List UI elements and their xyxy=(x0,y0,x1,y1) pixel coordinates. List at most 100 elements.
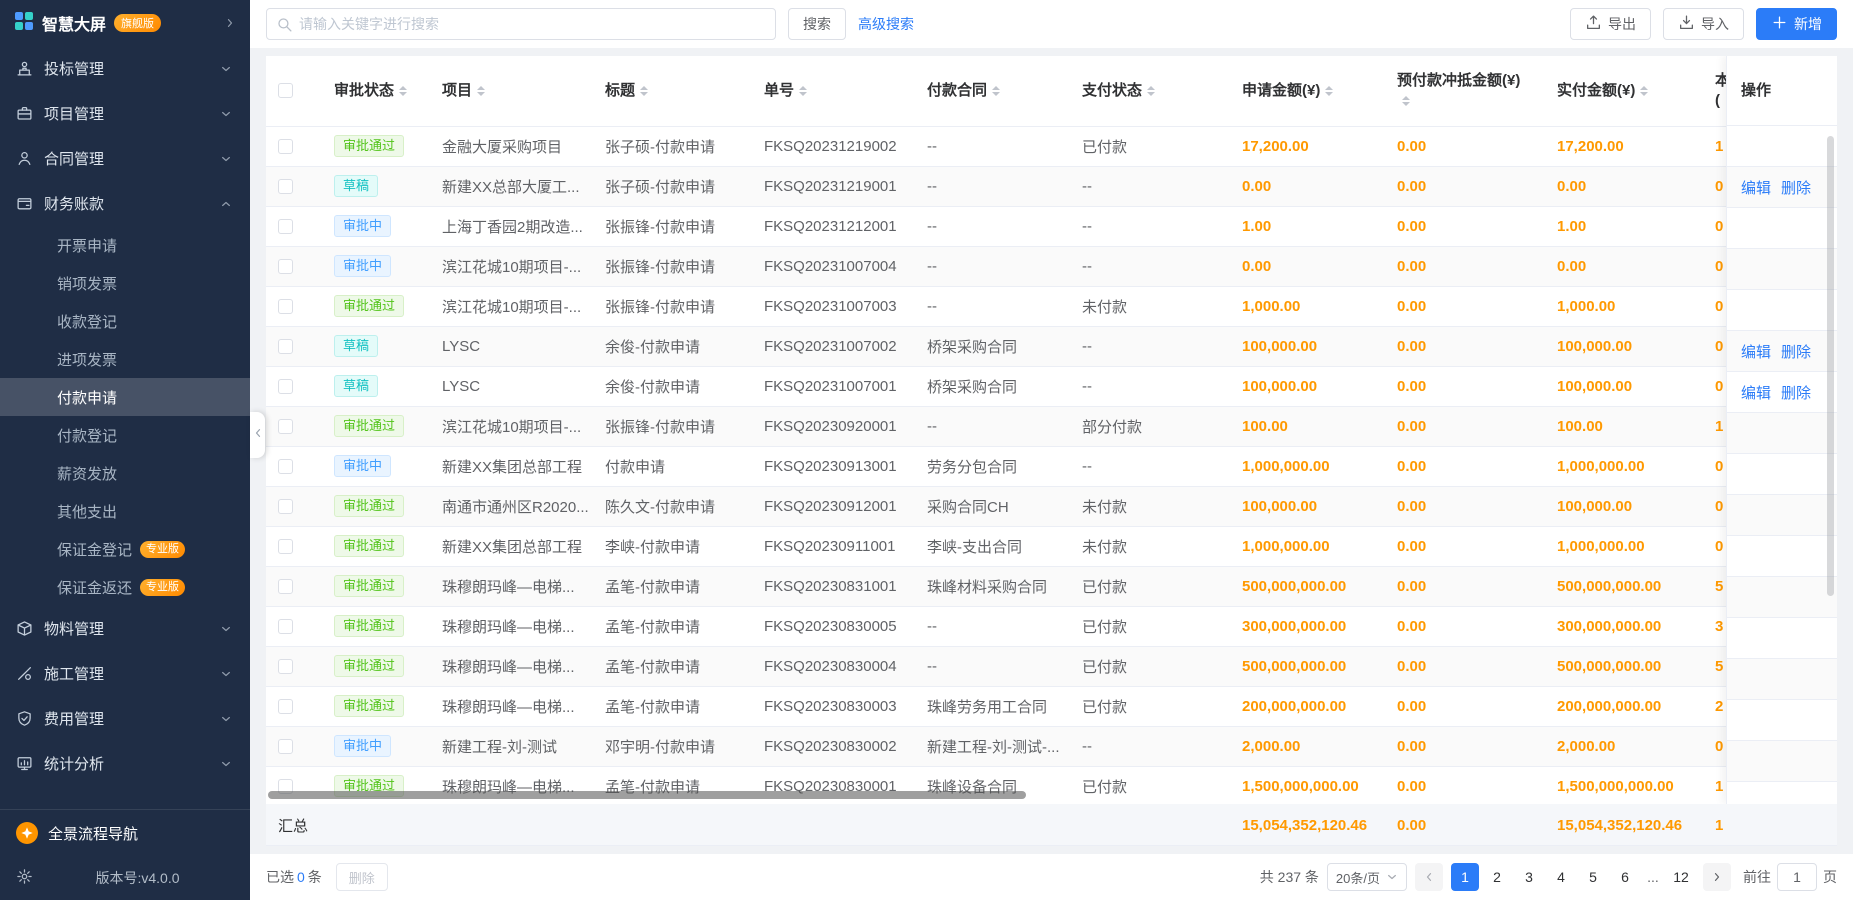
page-ellipsis[interactable]: ... xyxy=(1643,869,1663,885)
row-checkbox[interactable] xyxy=(278,379,293,394)
gear-icon[interactable] xyxy=(16,868,33,888)
goto-page-input[interactable] xyxy=(1777,863,1817,891)
row-checkbox[interactable] xyxy=(278,259,293,274)
actions-cell xyxy=(1727,413,1837,454)
row-checkbox[interactable] xyxy=(278,579,293,594)
sidebar-subitem[interactable]: 薪资发放 xyxy=(0,454,250,492)
sort-icon[interactable] xyxy=(640,85,648,97)
sidebar-subitem[interactable]: 收款登记 xyxy=(0,302,250,340)
sidebar-subitem[interactable]: 保证金返还专业版 xyxy=(0,568,250,606)
sidebar-item[interactable]: 财务账款 xyxy=(0,181,250,226)
search-button[interactable]: 搜索 xyxy=(788,8,846,40)
table-row[interactable]: 审批通过珠穆朗玛峰—电梯...孟笔-付款申请FKSQ20230830004--已… xyxy=(266,646,1837,686)
import-button[interactable]: 导入 xyxy=(1663,8,1744,40)
row-checkbox[interactable] xyxy=(278,739,293,754)
sidebar-item-smart-screen[interactable]: 智慧大屏 旗舰版 xyxy=(0,0,250,46)
table-row[interactable]: 审批通过珠穆朗玛峰—电梯...孟笔-付款申请FKSQ20230830003珠峰劳… xyxy=(266,686,1837,726)
edit-link[interactable]: 编辑 xyxy=(1741,177,1771,198)
row-checkbox[interactable] xyxy=(278,659,293,674)
page-size-select[interactable]: 20条/页 xyxy=(1327,863,1407,891)
export-button[interactable]: 导出 xyxy=(1570,8,1651,40)
actions-cell xyxy=(1727,454,1837,495)
sidebar-item[interactable]: 合同管理 xyxy=(0,136,250,181)
row-checkbox[interactable] xyxy=(278,179,293,194)
row-checkbox[interactable] xyxy=(278,139,293,154)
advanced-search-link[interactable]: 高级搜索 xyxy=(858,14,914,34)
sort-icon[interactable] xyxy=(477,85,485,97)
row-checkbox[interactable] xyxy=(278,539,293,554)
sidebar-item[interactable]: 项目管理 xyxy=(0,91,250,136)
table-row[interactable]: 审批通过新建XX集团总部工程李峡-付款申请FKSQ20230911001李峡-支… xyxy=(266,526,1837,566)
sort-icon[interactable] xyxy=(1147,85,1155,97)
table-row[interactable]: 草稿LYSC余俊-付款申请FKSQ20231007002桥架采购合同--100,… xyxy=(266,326,1837,366)
column-header-label: 支付状态 xyxy=(1082,82,1142,99)
edit-link[interactable]: 编辑 xyxy=(1741,382,1771,403)
delete-link[interactable]: 删除 xyxy=(1781,177,1811,198)
add-button[interactable]: 新增 xyxy=(1756,8,1837,40)
sidebar-subitem[interactable]: 销项发票 xyxy=(0,264,250,302)
row-checkbox[interactable] xyxy=(278,419,293,434)
order-no-cell: FKSQ20231219001 xyxy=(752,166,915,206)
sidebar-subitem[interactable]: 开票申请 xyxy=(0,226,250,264)
table-row[interactable]: 审批通过珠穆朗玛峰—电梯...孟笔-付款申请FKSQ20230830005--已… xyxy=(266,606,1837,646)
select-all-checkbox[interactable] xyxy=(278,83,293,98)
sidebar-collapse-handle[interactable] xyxy=(250,412,265,458)
row-checkbox[interactable] xyxy=(278,219,293,234)
edit-link[interactable]: 编辑 xyxy=(1741,341,1771,362)
sidebar-item[interactable]: 投标管理 xyxy=(0,46,250,91)
sort-icon[interactable] xyxy=(1402,95,1410,107)
horizontal-scrollbar[interactable] xyxy=(268,791,1026,799)
page-button[interactable]: 12 xyxy=(1667,863,1695,891)
table-row[interactable]: 审批通过珠穆朗玛峰—电梯...孟笔-付款申请FKSQ20230831001珠峰材… xyxy=(266,566,1837,606)
sidebar-item[interactable]: 物料管理 xyxy=(0,606,250,651)
sidebar-item-panorama[interactable]: 全景流程导航 xyxy=(0,810,250,856)
page-button[interactable]: 4 xyxy=(1547,863,1575,891)
sort-icon[interactable] xyxy=(1325,85,1333,97)
row-checkbox[interactable] xyxy=(278,699,293,714)
sidebar-subitem[interactable]: 其他支出 xyxy=(0,492,250,530)
delete-link[interactable]: 删除 xyxy=(1781,341,1811,362)
sidebar-subitem[interactable]: 付款登记 xyxy=(0,416,250,454)
edition-badge: 旗舰版 xyxy=(114,14,161,32)
row-checkbox[interactable] xyxy=(278,339,293,354)
sidebar-item[interactable]: 费用管理 xyxy=(0,696,250,741)
table-row[interactable]: 审批中滨江花城10期项目-...张振锋-付款申请FKSQ20231007004-… xyxy=(266,246,1837,286)
apply-amount-cell: 100,000.00 xyxy=(1230,366,1385,406)
sort-icon[interactable] xyxy=(399,85,407,97)
sort-icon[interactable] xyxy=(799,85,807,97)
sidebar-item[interactable]: 统计分析 xyxy=(0,741,250,786)
title-cell: 张子硕-付款申请 xyxy=(593,126,752,166)
vertical-scrollbar[interactable] xyxy=(1827,136,1834,596)
sort-icon[interactable] xyxy=(1640,85,1648,97)
sidebar-subitem-label: 开票申请 xyxy=(57,235,117,256)
table-row[interactable]: 审批通过南通市通州区R2020...陈久文-付款申请FKSQ2023091200… xyxy=(266,486,1837,526)
sidebar-item[interactable]: 施工管理 xyxy=(0,651,250,696)
page-button[interactable]: 1 xyxy=(1451,863,1479,891)
page-button[interactable]: 6 xyxy=(1611,863,1639,891)
table-row[interactable]: 审批通过金融大厦采购项目张子硕-付款申请FKSQ20231219002--已付款… xyxy=(266,126,1837,166)
table-row[interactable]: 草稿LYSC余俊-付款申请FKSQ20231007001桥架采购合同--100,… xyxy=(266,366,1837,406)
table-row[interactable]: 草稿新建XX总部大厦工...张子硕-付款申请FKSQ20231219001---… xyxy=(266,166,1837,206)
table-row[interactable]: 审批中上海丁香园2期改造...张振锋-付款申请FKSQ20231212001--… xyxy=(266,206,1837,246)
row-checkbox[interactable] xyxy=(278,459,293,474)
sidebar-subitem[interactable]: 进项发票 xyxy=(0,340,250,378)
page-button[interactable]: 3 xyxy=(1515,863,1543,891)
table-row[interactable]: 审批通过滨江花城10期项目-...张振锋-付款申请FKSQ20230920001… xyxy=(266,406,1837,446)
delete-button[interactable]: 删除 xyxy=(336,863,388,891)
search-input[interactable] xyxy=(266,8,776,40)
row-checkbox[interactable] xyxy=(278,619,293,634)
prev-page-button[interactable] xyxy=(1415,863,1443,891)
page-button[interactable]: 5 xyxy=(1579,863,1607,891)
row-checkbox[interactable] xyxy=(278,299,293,314)
sidebar-subitem[interactable]: 付款申请 xyxy=(0,378,250,416)
row-checkbox[interactable] xyxy=(278,499,293,514)
table-row[interactable]: 审批中新建工程-刘-测试邓宇明-付款申请FKSQ20230830002新建工程-… xyxy=(266,726,1837,766)
table-row[interactable]: 审批中新建XX集团总部工程付款申请FKSQ20230913001劳务分包合同--… xyxy=(266,446,1837,486)
status-badge: 审批中 xyxy=(334,735,391,757)
page-button[interactable]: 2 xyxy=(1483,863,1511,891)
next-page-button[interactable] xyxy=(1703,863,1731,891)
sidebar-subitem[interactable]: 保证金登记专业版 xyxy=(0,530,250,568)
delete-link[interactable]: 删除 xyxy=(1781,382,1811,403)
sort-icon[interactable] xyxy=(992,85,1000,97)
table-row[interactable]: 审批通过滨江花城10期项目-...张振锋-付款申请FKSQ20231007003… xyxy=(266,286,1837,326)
